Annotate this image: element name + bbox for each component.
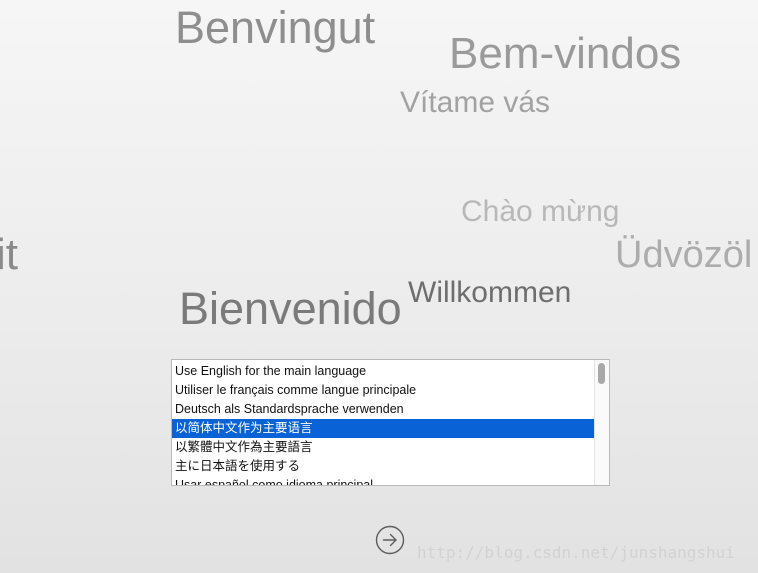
language-option-english[interactable]: Use English for the main language <box>172 362 594 381</box>
greeting-willkommen: Willkommen <box>408 276 572 309</box>
language-option-traditional-chinese[interactable]: 以繁體中文作為主要語言 <box>172 438 594 457</box>
greeting-benvingut: Benvingut <box>175 2 376 53</box>
watermark-url: http://blog.csdn.net/junshangshui <box>417 543 735 562</box>
language-option-japanese[interactable]: 主に日本語を使用する <box>172 457 594 476</box>
language-option-spanish[interactable]: Usar español como idioma principal <box>172 476 594 485</box>
language-list[interactable]: Use English for the main language Utilis… <box>171 359 610 486</box>
greeting-udvozol: Üdvözöl <box>615 234 753 276</box>
greeting-partial-it: it <box>0 230 18 279</box>
language-list-rows: Use English for the main language Utilis… <box>172 362 594 485</box>
greeting-chao-mung: Chào mừng <box>461 195 620 228</box>
greeting-bienvenido: Bienvenido <box>179 283 402 334</box>
language-option-german[interactable]: Deutsch als Standardsprache verwenden <box>172 400 594 419</box>
greeting-vitame-vas: Vítame vás <box>400 86 551 119</box>
arrow-right-circle-icon <box>375 525 405 555</box>
language-option-simplified-chinese[interactable]: 以简体中文作为主要语言 <box>172 419 594 438</box>
language-option-french[interactable]: Utiliser le français comme langue princi… <box>172 381 594 400</box>
language-list-scrollbar[interactable] <box>594 360 609 485</box>
continue-button[interactable] <box>375 525 405 555</box>
greeting-bem-vindos: Bem-vindos <box>449 29 682 78</box>
scrollbar-thumb[interactable] <box>598 363 605 384</box>
